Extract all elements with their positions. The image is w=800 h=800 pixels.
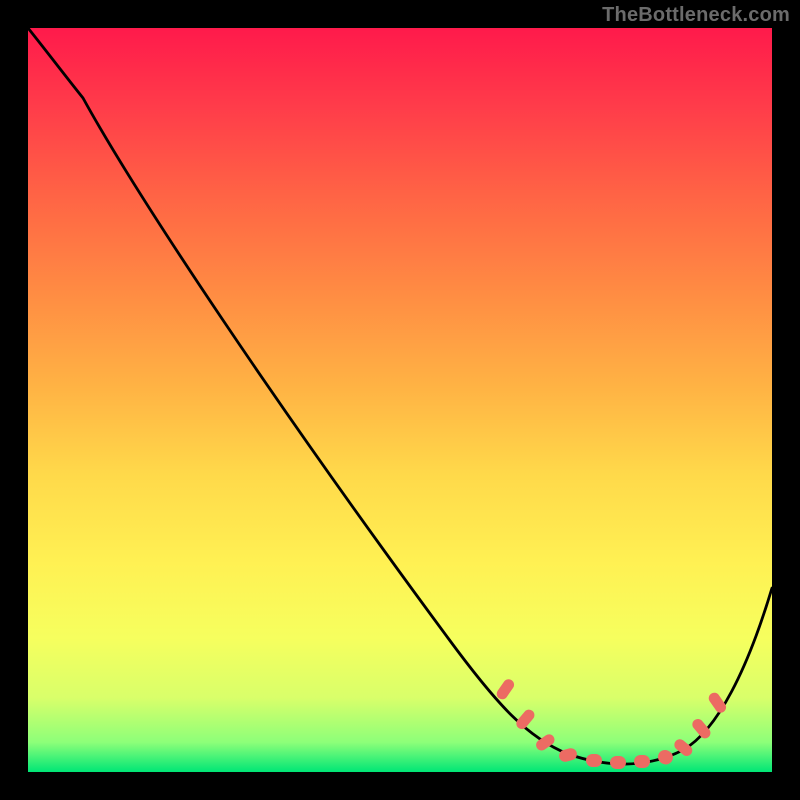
chart-container: TheBottleneck.com bbox=[0, 0, 800, 800]
watermark-text: TheBottleneck.com bbox=[602, 4, 790, 27]
plot-area bbox=[28, 28, 772, 772]
gradient-background bbox=[28, 28, 772, 772]
